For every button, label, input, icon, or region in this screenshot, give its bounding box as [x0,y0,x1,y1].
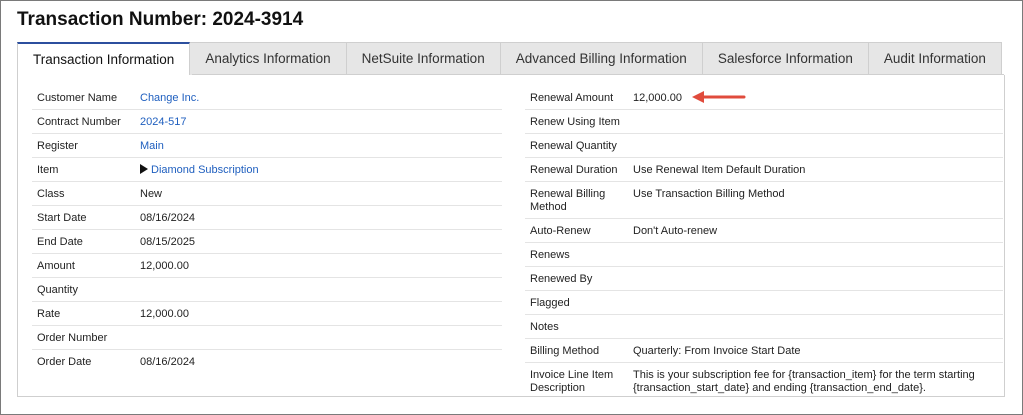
field-row-customer-name: Customer Name Change Inc. [32,86,502,110]
field-label: Renews [530,249,570,261]
transaction-info-panel: Customer Name Change Inc. Contract Numbe… [17,74,1005,399]
tab-transaction-information[interactable]: Transaction Information [17,42,191,76]
tab-advanced-billing-information[interactable]: Advanced Billing Information [500,42,703,76]
field-value [633,134,1003,157]
field-label: Notes [530,321,559,333]
field-label: Contract Number [37,116,121,128]
customer-name-link[interactable]: Change Inc. [140,92,199,104]
field-row-item: Item Diamond Subscription [32,158,502,182]
field-row-renewal-duration: Renewal Duration Use Renewal Item Defaul… [525,158,1003,182]
field-value: 08/15/2025 [140,236,196,248]
field-label: Auto-Renew [530,225,591,237]
field-label: Item [37,164,59,176]
field-row-renew-using-item: Renew Using Item [525,110,1003,134]
page-title: Transaction Number: 2024-3914 [17,9,304,30]
contract-number-link[interactable]: 2024-517 [140,116,187,128]
field-label: Renewal Amount [530,92,614,104]
red-arrow-icon [692,91,746,103]
field-value [633,315,1003,338]
field-value: 08/16/2024 [140,356,196,368]
field-value [633,291,1003,314]
field-value: 08/16/2024 [140,212,196,224]
field-label: Invoice Line Item Description [530,369,614,394]
field-value: 12,000.00 [140,260,189,272]
field-label: Customer Name [37,92,118,104]
item-link[interactable]: Diamond Subscription [151,164,259,176]
field-value [140,326,502,349]
field-value: New [140,188,163,200]
field-value [633,243,1003,266]
field-row-class: Class New [32,182,502,206]
field-row-contract-number: Contract Number 2024-517 [32,110,502,134]
field-label: Order Number [37,332,108,344]
field-label: End Date [37,236,83,248]
field-row-end-date: End Date 08/15/2025 [32,230,502,254]
triangle-right-icon[interactable] [140,164,148,174]
field-label: Quantity [37,284,78,296]
field-value: Use Renewal Item Default Duration [633,164,806,176]
field-label: Renewal Billing Method [530,188,606,213]
field-label: Start Date [37,212,87,224]
field-row-renews: Renews [525,243,1003,267]
field-label: Register [37,140,78,152]
tab-bar: Transaction Information Analytics Inform… [17,42,1002,76]
field-row-renewal-billing-method: Renewal Billing Method Use Transaction B… [525,182,1003,219]
field-row-notes: Notes [525,315,1003,339]
left-field-column: Customer Name Change Inc. Contract Numbe… [32,86,502,373]
window-frame: Transaction Number: 2024-3914 Transactio… [0,0,1023,415]
field-value: Use Transaction Billing Method [633,188,785,200]
field-row-flagged: Flagged [525,291,1003,315]
field-value: 12,000.00 [140,308,189,320]
right-field-column: Renewal Amount 12,000.00 Renew Using Ite… [525,86,1003,399]
field-label: Flagged [530,297,570,309]
field-value: 12,000.00 [633,92,682,104]
field-row-invoice-line-item-description: Invoice Line Item Description This is yo… [525,363,1003,399]
field-row-order-number: Order Number [32,326,502,350]
field-value: Don't Auto-renew [633,225,718,237]
field-row-billing-method: Billing Method Quarterly: From Invoice S… [525,339,1003,363]
field-value [633,110,1003,133]
field-label: Rate [37,308,61,320]
tab-audit-information[interactable]: Audit Information [868,42,1002,76]
field-row-auto-renew: Auto-Renew Don't Auto-renew [525,219,1003,243]
field-label: Renew Using Item [530,116,620,128]
tab-netsuite-information[interactable]: NetSuite Information [346,42,501,76]
field-label: Class [37,188,65,200]
field-value: This is your subscription fee for {trans… [633,369,975,394]
tab-salesforce-information[interactable]: Salesforce Information [702,42,869,76]
register-link[interactable]: Main [140,140,164,152]
field-row-amount: Amount 12,000.00 [32,254,502,278]
field-row-start-date: Start Date 08/16/2024 [32,206,502,230]
field-value: Quarterly: From Invoice Start Date [633,345,801,357]
field-value [633,267,1003,290]
tab-analytics-information[interactable]: Analytics Information [190,42,347,76]
field-row-renewal-amount: Renewal Amount 12,000.00 [525,86,1003,110]
field-label: Order Date [37,356,92,368]
field-row-renewed-by: Renewed By [525,267,1003,291]
field-label: Renewal Quantity [530,140,617,152]
field-row-order-date: Order Date 08/16/2024 [32,350,502,373]
field-label: Renewed By [530,273,593,285]
field-label: Amount [37,260,75,272]
field-row-rate: Rate 12,000.00 [32,302,502,326]
field-row-renewal-quantity: Renewal Quantity [525,134,1003,158]
field-row-register: Register Main [32,134,502,158]
field-label: Billing Method [530,345,600,357]
field-row-quantity: Quantity [32,278,502,302]
field-value [140,278,502,301]
field-label: Renewal Duration [530,164,618,176]
